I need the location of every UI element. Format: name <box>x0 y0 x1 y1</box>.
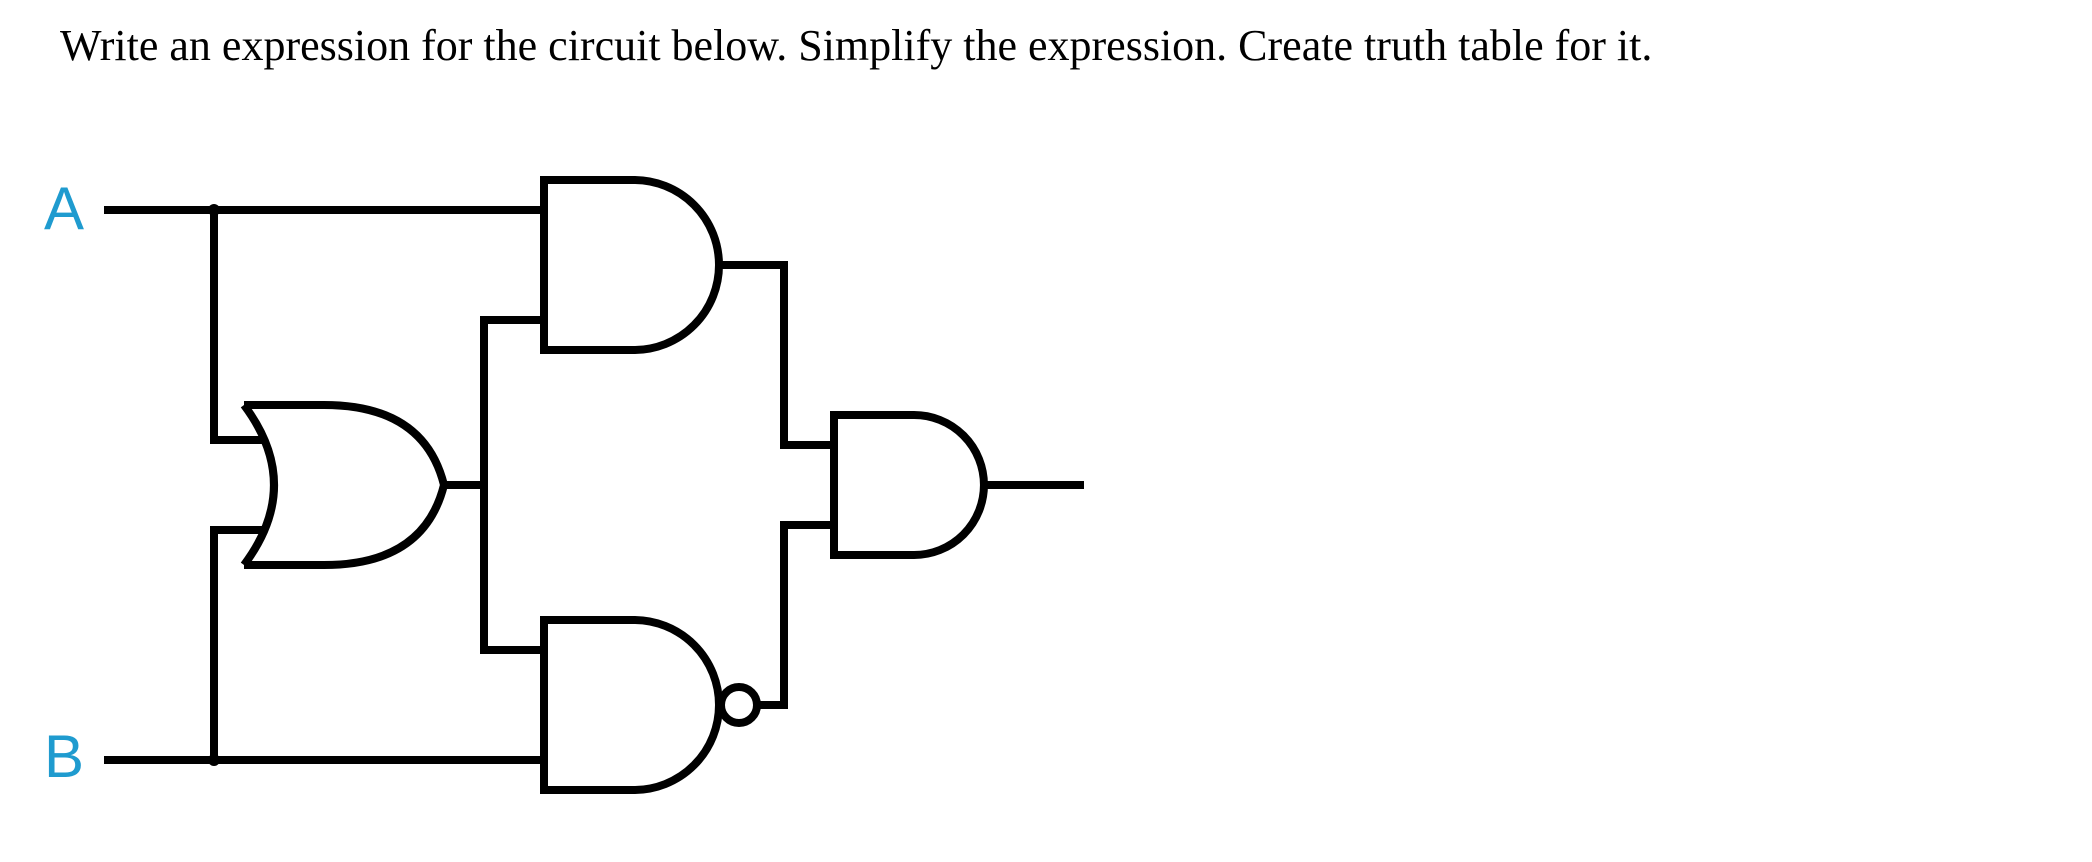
and-gate-final-icon <box>834 415 984 555</box>
and-gate-top-icon <box>544 180 719 350</box>
wire-and-to-final <box>719 265 834 445</box>
nand-gate-icon <box>544 620 757 790</box>
wire-or-to-nand <box>484 485 544 650</box>
logic-circuit: A B <box>44 150 1144 830</box>
or-gate-icon <box>244 405 444 565</box>
input-label-a: A <box>44 174 84 243</box>
circuit-svg <box>44 150 1144 830</box>
question-text: Write an expression for the circuit belo… <box>60 20 1652 71</box>
wire-nand-to-final <box>757 525 834 705</box>
wire-or-to-and <box>484 320 544 485</box>
input-label-b: B <box>44 722 84 791</box>
